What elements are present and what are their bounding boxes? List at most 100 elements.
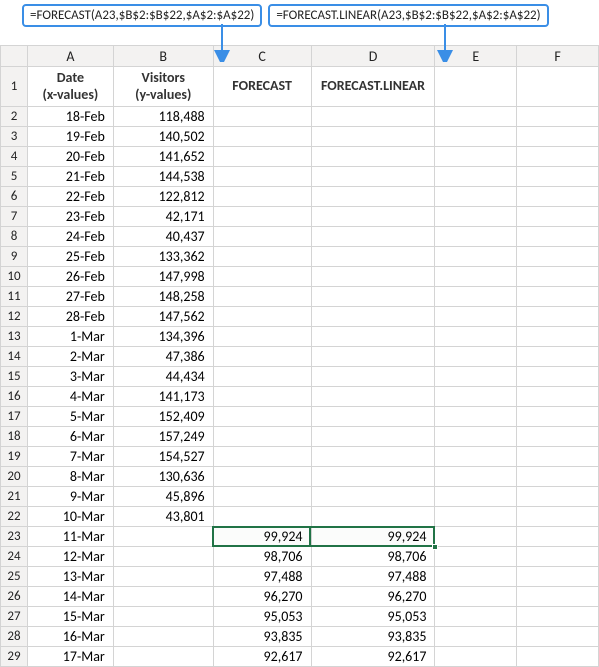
cell-visitors[interactable]: 134,396 — [113, 327, 213, 347]
cell-visitors[interactable]: 44,434 — [113, 367, 213, 387]
cell[interactable] — [435, 227, 517, 247]
cell[interactable] — [435, 347, 517, 367]
col-header-B[interactable]: B — [113, 46, 213, 67]
cell-forecast[interactable]: 93,835 — [213, 627, 311, 647]
cell-forecast[interactable] — [213, 107, 311, 127]
cell[interactable] — [517, 587, 599, 607]
cell-visitors[interactable]: 144,538 — [113, 167, 213, 187]
cell-visitors[interactable]: 130,636 — [113, 467, 213, 487]
cell[interactable] — [435, 287, 517, 307]
cell[interactable] — [517, 387, 599, 407]
cell-forecast-linear[interactable] — [311, 187, 435, 207]
cell[interactable] — [517, 187, 599, 207]
cell-forecast-linear[interactable] — [311, 347, 435, 367]
row-header[interactable]: 17 — [1, 407, 28, 427]
cell[interactable] — [517, 207, 599, 227]
cell[interactable] — [435, 327, 517, 347]
cell[interactable] — [517, 107, 599, 127]
row-header[interactable]: 2 — [1, 107, 28, 127]
cell-forecast-linear[interactable] — [311, 327, 435, 347]
cell-visitors[interactable]: 43,801 — [113, 507, 213, 527]
col-header-E[interactable]: E — [435, 46, 517, 67]
cell-forecast-linear[interactable] — [311, 207, 435, 227]
row-header[interactable]: 3 — [1, 127, 28, 147]
row-header[interactable]: 19 — [1, 447, 28, 467]
cell[interactable] — [517, 167, 599, 187]
cell[interactable] — [517, 67, 599, 107]
cell-forecast-linear[interactable] — [311, 467, 435, 487]
cell-forecast[interactable] — [213, 287, 311, 307]
cell-forecast[interactable] — [213, 427, 311, 447]
cell[interactable] — [435, 147, 517, 167]
cell-forecast-linear[interactable] — [311, 507, 435, 527]
cell[interactable] — [435, 527, 517, 547]
cell-visitors[interactable] — [113, 567, 213, 587]
cell-forecast-linear[interactable] — [311, 447, 435, 467]
cell-visitors[interactable]: 40,437 — [113, 227, 213, 247]
cell-date[interactable]: 1-Mar — [27, 327, 113, 347]
cell[interactable] — [435, 127, 517, 147]
cell-forecast[interactable] — [213, 247, 311, 267]
row-header[interactable]: 9 — [1, 247, 28, 267]
cell[interactable] — [517, 507, 599, 527]
cell[interactable] — [517, 307, 599, 327]
cell-forecast-linear[interactable] — [311, 267, 435, 287]
cell-forecast-linear[interactable]: 93,835 — [311, 627, 435, 647]
row-header[interactable]: 27 — [1, 607, 28, 627]
cell[interactable] — [517, 407, 599, 427]
row-header[interactable]: 21 — [1, 487, 28, 507]
cell[interactable] — [517, 367, 599, 387]
cell[interactable] — [435, 507, 517, 527]
cell[interactable] — [435, 547, 517, 567]
cell[interactable] — [517, 447, 599, 467]
cell-date[interactable]: 14-Mar — [27, 587, 113, 607]
row-header[interactable]: 4 — [1, 147, 28, 167]
row-header[interactable]: 1 — [1, 67, 28, 107]
cell-forecast[interactable]: 97,488 — [213, 567, 311, 587]
row-header[interactable]: 23 — [1, 527, 28, 547]
cell[interactable] — [517, 627, 599, 647]
cell-visitors[interactable]: 148,258 — [113, 287, 213, 307]
cell-date[interactable]: 23-Feb — [27, 207, 113, 227]
row-header[interactable]: 11 — [1, 287, 28, 307]
cell-forecast[interactable]: 98,706 — [213, 547, 311, 567]
cell[interactable] — [435, 387, 517, 407]
cell[interactable] — [517, 547, 599, 567]
cell-date[interactable]: 9-Mar — [27, 487, 113, 507]
cell[interactable] — [435, 247, 517, 267]
cell-visitors[interactable] — [113, 527, 213, 547]
cell[interactable] — [435, 167, 517, 187]
select-all-corner[interactable] — [1, 46, 28, 67]
cell-visitors[interactable]: 152,409 — [113, 407, 213, 427]
row-header[interactable]: 25 — [1, 567, 28, 587]
cell-date[interactable]: 16-Mar — [27, 627, 113, 647]
cell-forecast-linear[interactable] — [311, 147, 435, 167]
header-date[interactable]: Date(x-values) — [27, 67, 113, 107]
cell[interactable] — [517, 287, 599, 307]
cell-forecast[interactable] — [213, 267, 311, 287]
cell-forecast[interactable]: 96,270 — [213, 587, 311, 607]
cell[interactable] — [517, 227, 599, 247]
cell[interactable] — [435, 407, 517, 427]
cell-date[interactable]: 24-Feb — [27, 227, 113, 247]
cell-forecast[interactable]: 99,924 — [213, 527, 311, 547]
cell-date[interactable]: 13-Mar — [27, 567, 113, 587]
cell-forecast-linear[interactable] — [311, 427, 435, 447]
cell-date[interactable]: 27-Feb — [27, 287, 113, 307]
row-header[interactable]: 8 — [1, 227, 28, 247]
cell[interactable] — [517, 487, 599, 507]
cell-visitors[interactable] — [113, 607, 213, 627]
cell-visitors[interactable]: 47,386 — [113, 347, 213, 367]
cell-date[interactable]: 2-Mar — [27, 347, 113, 367]
cell-date[interactable]: 19-Feb — [27, 127, 113, 147]
cell-forecast-linear[interactable] — [311, 227, 435, 247]
cell-visitors[interactable] — [113, 587, 213, 607]
cell[interactable] — [435, 107, 517, 127]
header-forecast-linear[interactable]: FORECAST.LINEAR — [311, 67, 435, 107]
cell[interactable] — [435, 267, 517, 287]
cell-forecast[interactable] — [213, 327, 311, 347]
cell-date[interactable]: 28-Feb — [27, 307, 113, 327]
row-header[interactable]: 22 — [1, 507, 28, 527]
cell[interactable] — [517, 347, 599, 367]
row-header[interactable]: 24 — [1, 547, 28, 567]
